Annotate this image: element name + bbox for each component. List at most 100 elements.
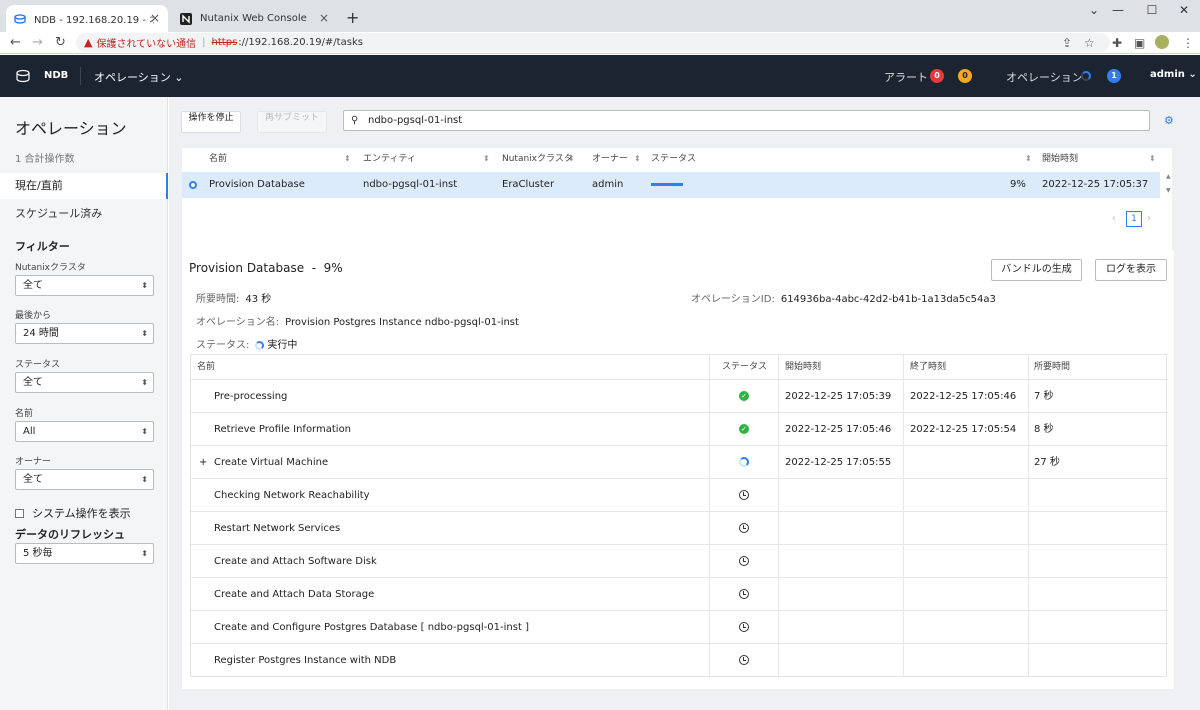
- forward-icon[interactable]: →: [32, 35, 43, 50]
- search-input[interactable]: ⚲ ndbo-pgsql-01-inst: [343, 110, 1150, 131]
- divider: [80, 67, 81, 85]
- tab-nutanix[interactable]: Nutanix Web Console ×: [172, 5, 337, 32]
- col-entity[interactable]: エンティティ: [363, 148, 416, 170]
- gear-icon[interactable]: ⚙: [1164, 114, 1174, 127]
- operation-id: オペレーションID: 614936ba-4abc-42d2-b41b-1a13da…: [691, 290, 996, 305]
- stop-operation-button[interactable]: 操作を停止: [181, 111, 241, 133]
- sort-icon[interactable]: ⬍: [1025, 148, 1032, 170]
- filter-label-status: ステータス: [15, 360, 61, 370]
- alert-critical-badge[interactable]: 0: [930, 69, 944, 83]
- expand-plus-icon[interactable]: +: [199, 446, 207, 479]
- window-close-button[interactable]: ✕: [1164, 3, 1200, 17]
- next-page-icon[interactable]: ›: [1147, 213, 1151, 224]
- progress-bar: [651, 183, 1007, 186]
- extensions-icon[interactable]: ✚: [1112, 36, 1122, 50]
- opname-value: Provision Postgres Instance ndbo-pgsql-0…: [285, 317, 519, 328]
- step-row[interactable]: + Create Virtual Machine 2022-12-25 17:0…: [191, 445, 1168, 478]
- steps-table: 名前 ステータス 開始時刻 終了時刻 所要時間 Pre-processing ✓…: [190, 354, 1168, 677]
- prev-page-icon[interactable]: ‹: [1112, 213, 1116, 224]
- table-row[interactable]: Provision Database ndbo-pgsql-01-inst Er…: [182, 172, 1160, 198]
- detail-title: Provision Database - 9%: [189, 261, 343, 275]
- security-warning[interactable]: 保護されていない通信: [96, 35, 196, 50]
- generate-bundle-button[interactable]: バンドルの生成: [991, 259, 1082, 281]
- filter-select-time[interactable]: 24 時間 ⬍: [15, 323, 154, 344]
- close-icon[interactable]: ×: [319, 11, 329, 25]
- close-icon[interactable]: ×: [150, 11, 160, 25]
- bookmark-star-icon[interactable]: ☆: [1084, 36, 1095, 50]
- tab-title: Nutanix Web Console: [200, 13, 307, 24]
- sort-icon[interactable]: ⬍: [1149, 148, 1156, 170]
- filter-label-time: 最後から: [15, 311, 52, 321]
- select-arrows-icon: ⬍: [141, 427, 148, 436]
- filter-heading: フィルター: [15, 240, 70, 253]
- radio-selected-icon[interactable]: [189, 181, 197, 189]
- resubmit-button[interactable]: 再サブミット: [257, 111, 327, 133]
- select-arrows-icon: ⬍: [141, 329, 148, 338]
- page-number[interactable]: 1: [1126, 211, 1142, 227]
- side-panel-icon[interactable]: ▣: [1134, 36, 1145, 50]
- sort-icon[interactable]: ⬍: [634, 148, 641, 170]
- filter-select-name[interactable]: All ⬍: [15, 421, 154, 442]
- new-tab-button[interactable]: +: [346, 8, 359, 27]
- sidebar-item-scheduled[interactable]: スケジュール済み: [0, 201, 168, 227]
- operation-status: ステータス: 実行中: [196, 336, 297, 351]
- operations-count-badge[interactable]: 1: [1107, 69, 1121, 83]
- clock-icon: [739, 490, 749, 500]
- sidebar: オペレーション 1 合計操作数 現在/直前 スケジュール済み フィルター Nut…: [0, 97, 168, 710]
- operations-label[interactable]: オペレーション: [1006, 69, 1083, 85]
- tab-ndb[interactable]: NDB - 192.168.20.19 - オペレーショ ×: [6, 5, 168, 32]
- filter-select-cluster[interactable]: 全て ⬍: [15, 275, 154, 296]
- refresh-heading: データのリフレッシュ: [15, 528, 125, 541]
- back-icon[interactable]: ←: [10, 35, 21, 50]
- select-value: All: [23, 426, 36, 437]
- brand-name[interactable]: NDB: [44, 70, 68, 81]
- sort-icon[interactable]: ⬍: [483, 148, 490, 170]
- col-start-time[interactable]: 開始時刻: [1042, 148, 1078, 170]
- filter-select-owner[interactable]: 全て ⬍: [15, 469, 154, 490]
- sidebar-item-current[interactable]: 現在/直前: [0, 173, 168, 199]
- alert-warning-badge[interactable]: 0: [958, 69, 972, 83]
- select-value: 全て: [23, 377, 43, 388]
- checkbox-box[interactable]: [15, 508, 24, 518]
- step-row: Register Postgres Instance with NDB: [191, 643, 1168, 676]
- step-status: [739, 479, 749, 512]
- op-entity: ndbo-pgsql-01-inst: [363, 179, 458, 190]
- op-owner: admin: [592, 179, 624, 190]
- reload-icon[interactable]: ↻: [55, 35, 66, 50]
- step-row: Restart Network Services: [191, 511, 1168, 544]
- sort-icon[interactable]: ⬍: [344, 148, 351, 170]
- status-label: ステータス:: [196, 340, 250, 351]
- user-menu[interactable]: admin ⌄: [1150, 69, 1197, 80]
- loading-spinner-icon: [255, 340, 265, 350]
- url-input[interactable]: ▲ 保護されていない通信 | https ://192.168.20.19/#/…: [76, 33, 1110, 52]
- operations-menu[interactable]: オペレーション ⌄: [94, 69, 184, 85]
- step-col-name: 名前: [197, 362, 216, 372]
- view-log-button[interactable]: ログを表示: [1095, 259, 1167, 281]
- total-operations: 1 合計操作数: [15, 154, 75, 165]
- col-cluster[interactable]: Nutanixクラスタ: [502, 148, 573, 170]
- opid-label: オペレーションID:: [691, 294, 775, 305]
- sort-icon[interactable]: ⬍: [568, 148, 575, 170]
- loading-spinner-icon: [1081, 71, 1091, 81]
- select-arrows-icon: ⬍: [141, 475, 148, 484]
- menu-kebab-icon[interactable]: ⋮: [1182, 36, 1194, 50]
- col-status[interactable]: ステータス: [651, 148, 696, 170]
- col-owner[interactable]: オーナー: [592, 148, 628, 170]
- step-status: [739, 644, 749, 677]
- step-col-status: ステータス: [722, 362, 768, 372]
- profile-avatar[interactable]: [1155, 35, 1169, 49]
- select-value: 5 秒毎: [23, 548, 53, 559]
- step-row: Create and Attach Data Storage: [191, 577, 1168, 610]
- filter-select-status[interactable]: 全て ⬍: [15, 372, 154, 393]
- show-system-ops-checkbox[interactable]: システム操作を表示: [15, 505, 131, 521]
- step-col-start: 開始時刻: [785, 362, 822, 372]
- scroll-up-icon[interactable]: ▲: [1166, 173, 1171, 180]
- op-name[interactable]: Provision Database: [209, 172, 305, 198]
- step-status: [739, 512, 749, 545]
- col-name[interactable]: 名前: [209, 148, 227, 170]
- refresh-select[interactable]: 5 秒毎 ⬍: [15, 543, 154, 564]
- alerts-label[interactable]: アラート: [884, 69, 928, 85]
- scroll-down-icon[interactable]: ▼: [1166, 187, 1171, 194]
- share-icon[interactable]: ⇪: [1062, 36, 1072, 50]
- step-status: [739, 611, 749, 644]
